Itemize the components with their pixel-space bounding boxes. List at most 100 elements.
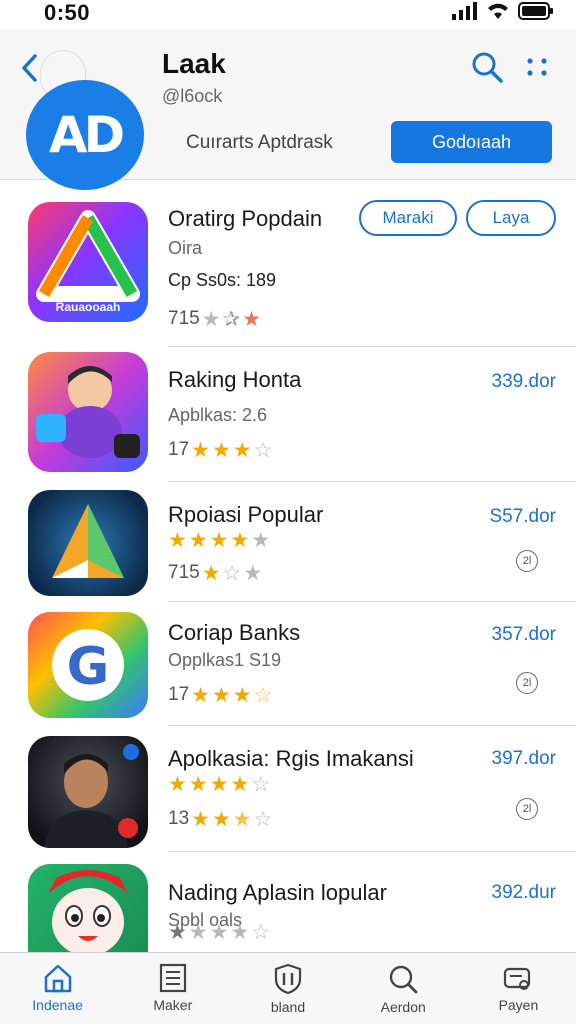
app-price[interactable]: 392.dur xyxy=(492,882,556,904)
star-icon: ☆ xyxy=(253,438,273,462)
app-price[interactable]: 397.dor xyxy=(492,748,556,770)
star-icon: ★ xyxy=(209,921,229,944)
star-icon: ☆ xyxy=(251,773,271,796)
tab-label: Maker xyxy=(153,997,193,1013)
star-icon: ★ xyxy=(230,773,250,796)
star-icon: ★ xyxy=(168,921,187,944)
star-icon: ★ xyxy=(188,921,208,944)
star-icon: ☆ xyxy=(253,807,273,831)
g-logo-icon: G xyxy=(52,629,124,701)
app-icon: Rauaooaah xyxy=(28,202,148,322)
star-icon: ★ xyxy=(230,921,250,944)
rating-count: 715 xyxy=(168,562,200,583)
rating: 715 ★ ✰ ★ xyxy=(168,308,261,330)
home-icon xyxy=(44,964,71,993)
star-icon: ★ xyxy=(188,529,208,552)
star-icon: ★ xyxy=(211,438,231,462)
app-icon xyxy=(28,864,148,952)
rating: 715 ★ ☆ ★ xyxy=(168,562,262,584)
page-subtitle: @l6ock xyxy=(162,86,223,106)
star-icon: ★ xyxy=(232,438,252,462)
status-icons xyxy=(452,2,554,20)
star-icon: ★ xyxy=(230,529,250,552)
star-icon: ★ xyxy=(188,773,208,796)
search-field[interactable]: Cuırarts Aptdrask xyxy=(186,126,370,160)
rating: 17 ★ ★ ★ ☆ xyxy=(168,439,272,461)
pill-button-market[interactable]: Maraki xyxy=(359,200,457,236)
tab-search[interactable]: Aerdon xyxy=(346,953,461,1024)
star-icon: ★ xyxy=(168,773,187,796)
list-item[interactable]: Raking Honta Apblkas: 2.6 17 ★ ★ ★ ☆ 339.do… xyxy=(0,347,576,482)
signal-icon xyxy=(452,2,477,20)
tab-label: Payen xyxy=(498,997,539,1013)
grid-dots-icon[interactable] xyxy=(524,56,550,78)
header-action-button[interactable]: Godoıaah xyxy=(391,121,552,163)
header: AD Laak @l6ock Cuırarts Aptdrask Godoıaa… xyxy=(0,30,576,190)
app-icon xyxy=(28,352,148,472)
star-icon: ★ xyxy=(168,529,187,552)
cartoon-character-icon xyxy=(36,366,140,458)
rating: 13 ★ ★ ★ ☆ xyxy=(168,808,272,830)
app-price[interactable]: 339.dor xyxy=(492,371,556,393)
app-name: Coriap Banks xyxy=(168,620,301,645)
info-badge: 2l xyxy=(516,798,538,820)
list-item[interactable]: Rpoiasi Popular ★ ★ ★ ★ ★ 715 ★ ☆ ★ S57.dor 2l xyxy=(0,482,576,602)
status-time: 0:50 xyxy=(44,0,91,25)
page-title: Laak xyxy=(162,48,226,79)
star-icon: ★ xyxy=(243,561,263,585)
list-item[interactable]: Apolkasia: Rgis Imakansi ★ ★ ★ ★ ☆ 13 ★ ★ ★ ☆ 3… xyxy=(0,726,576,852)
wifi-icon xyxy=(488,3,508,19)
info-badge: 2l xyxy=(516,550,538,572)
star-icon: ★ xyxy=(191,438,210,462)
rating-count: 715 xyxy=(168,308,200,329)
status-bar: 0:50 xyxy=(0,0,576,30)
app-icon xyxy=(28,490,148,596)
app-icon xyxy=(28,736,148,848)
app-name: Rpoiasi Popular xyxy=(168,502,324,527)
triangle-logo-icon xyxy=(52,504,124,578)
search-icon[interactable] xyxy=(470,50,504,84)
app-name: Nading Aplasin lopular xyxy=(168,880,387,905)
app-price[interactable]: S57.dor xyxy=(489,506,556,528)
rating-stars: ★ ★ ★ ★ ☆ xyxy=(168,774,270,795)
app-category: Oira xyxy=(168,238,203,258)
star-icon: ★ xyxy=(232,683,252,707)
person-avatar-icon xyxy=(44,744,139,848)
tab-home[interactable]: Indenae xyxy=(0,953,115,1024)
star-icon: ★ xyxy=(232,807,252,831)
app-name: Raking Honta xyxy=(168,367,302,392)
info-badge: 2l xyxy=(516,672,538,694)
star-icon: ★ xyxy=(201,561,221,585)
document-icon xyxy=(159,963,186,993)
star-icon: ☆ xyxy=(253,683,273,707)
rating-count: 17 xyxy=(168,439,190,460)
battery-icon xyxy=(518,2,553,20)
star-icon: ★ xyxy=(191,683,210,707)
wallet-icon xyxy=(504,967,531,990)
tab-label: Aerdon xyxy=(380,999,426,1015)
star-icon: ★ xyxy=(211,807,231,831)
list-item[interactable]: Rauaooaah Oratirg Popdain Oira Cp Ss0s: … xyxy=(0,182,576,347)
list-item[interactable]: G Coriap Banks Opplkas1 S19 17 ★ ★ ★ ☆ 357.… xyxy=(0,602,576,726)
tab-maker[interactable]: Maker xyxy=(115,953,230,1024)
star-icon: ★ xyxy=(209,529,229,552)
tab-label: Indenae xyxy=(32,997,83,1013)
tab-payen[interactable]: Payen xyxy=(461,953,576,1024)
star-icon: ☆ xyxy=(222,561,242,585)
app-store-logo: AD xyxy=(26,80,144,190)
shield-icon xyxy=(274,963,302,995)
app-price[interactable]: 357.dor xyxy=(492,624,556,646)
pill-button-laya[interactable]: Laya xyxy=(466,200,556,236)
tab-bland[interactable]: bland xyxy=(230,953,345,1024)
app-name: Apolkasia: Rgis Imakansi xyxy=(168,746,414,771)
app-category: Opplkas1 S19 xyxy=(168,650,282,670)
rating-stars: ★ ★ ★ ★ ☆ xyxy=(168,922,270,943)
star-icon: ★ xyxy=(251,529,271,552)
list-item[interactable]: Nading Aplasin lopular Spbl oals 392.dur xyxy=(0,852,576,952)
app-icon-caption: Rauaooaah xyxy=(55,300,121,314)
app-size: Cp Ss0s: 189 xyxy=(168,270,277,290)
svg-text:G: G xyxy=(67,637,110,697)
star-icon: ★ xyxy=(201,307,221,331)
search-icon xyxy=(390,965,418,994)
tab-label: bland xyxy=(270,999,306,1015)
